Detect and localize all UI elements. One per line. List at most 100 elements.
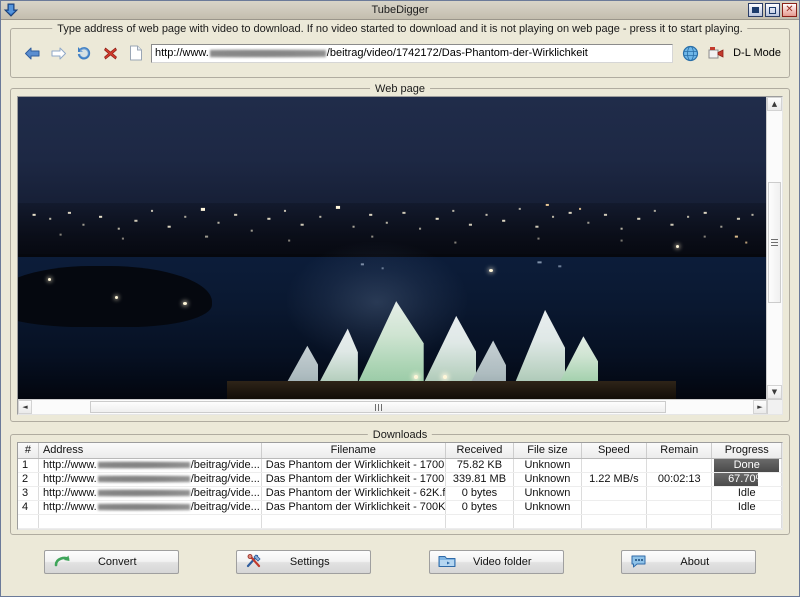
tubedigger-window: TubeDigger ✕ Type address of web page wi… <box>0 0 800 597</box>
address-redacted-domain <box>98 461 190 469</box>
cell-speed <box>581 500 646 514</box>
downloads-table-wrapper[interactable]: # Address Filename Received File size Sp… <box>17 442 783 530</box>
cell-remain: 00:02:13 <box>647 472 712 486</box>
back-arrow-icon[interactable] <box>19 41 45 65</box>
cell-progress: Idle <box>712 486 782 500</box>
speech-bubble-icon <box>630 553 648 571</box>
scroll-left-button[interactable]: ◄ <box>18 400 32 414</box>
table-row[interactable]: 2 http://www./beitrag/vide... Das Phanto… <box>18 472 782 486</box>
column-header-filesize[interactable]: File size <box>514 443 581 458</box>
video-vertical-scrollbar[interactable]: ▲ ▼ <box>766 97 782 399</box>
convert-button[interactable]: Convert <box>44 550 179 574</box>
download-arrow-icon <box>3 2 19 18</box>
scroll-down-button[interactable]: ▼ <box>767 385 782 399</box>
table-row[interactable]: 1 http://www./beitrag/vide... Das Phanto… <box>18 458 782 472</box>
cell-index: 4 <box>18 500 38 514</box>
video-horizontal-scrollbar[interactable]: ◄ ► <box>18 399 767 414</box>
browser-view: ▲ ▼ ◄ ► <box>17 96 783 415</box>
table-row[interactable]: 4 http://www./beitrag/vide... Das Phanto… <box>18 500 782 514</box>
cell-filename: Das Phantom der Wirklichkeit - 1700K.flv <box>261 472 445 486</box>
window-controls: ✕ <box>748 3 797 17</box>
vertical-scroll-track[interactable] <box>767 111 782 385</box>
address-panel-legend: Type address of web page with video to d… <box>52 23 747 35</box>
stop-icon[interactable] <box>97 41 123 65</box>
url-suffix: /beitrag/video/1742172/Das-Phantom-der-W… <box>327 47 588 59</box>
cell-filename: Das Phantom der Wirklichkeit - 700K.flv <box>261 500 445 514</box>
convert-button-label: Convert <box>71 556 178 568</box>
maximize-button[interactable] <box>765 3 780 17</box>
maximize-icon <box>769 7 776 14</box>
progress-label: 67.70% <box>714 473 779 486</box>
title-bar: TubeDigger ✕ <box>1 1 799 20</box>
cell-address: http://www./beitrag/vide... <box>38 500 261 514</box>
progress-bar: Done <box>714 459 779 472</box>
cell-received: 0 bytes <box>445 486 513 500</box>
cell-empty <box>514 514 581 528</box>
address-redacted-domain <box>98 503 190 511</box>
video-viewport[interactable] <box>18 97 766 399</box>
column-header-speed[interactable]: Speed <box>581 443 646 458</box>
table-row-empty <box>18 514 782 528</box>
cell-empty <box>445 514 513 528</box>
horizontal-scroll-track[interactable] <box>32 400 753 414</box>
close-button[interactable]: ✕ <box>782 3 797 17</box>
cell-speed: 1.22 MB/s <box>581 472 646 486</box>
cell-remain <box>647 486 712 500</box>
settings-button[interactable]: Settings <box>236 550 371 574</box>
address-redacted-domain <box>98 489 190 497</box>
column-header-remain[interactable]: Remain <box>647 443 712 458</box>
url-input[interactable]: http://www. /beitrag/video/1742172/Das-Ph… <box>151 44 673 63</box>
cell-empty <box>581 514 646 528</box>
progress-label: Done <box>714 459 779 472</box>
cell-filesize: Unknown <box>514 486 581 500</box>
progress-bar: 67.70% <box>714 473 779 486</box>
cell-received: 75.82 KB <box>445 458 513 472</box>
scroll-up-button[interactable]: ▲ <box>767 97 782 111</box>
cell-remain <box>647 458 712 472</box>
cell-progress: Done <box>712 458 782 472</box>
video-folder-button[interactable]: Video folder <box>429 550 564 574</box>
foreground-quay <box>227 381 676 399</box>
about-button[interactable]: About <box>621 550 756 574</box>
address-toolbar: http://www. /beitrag/video/1742172/Das-Ph… <box>11 29 789 77</box>
column-header-progress[interactable]: Progress <box>712 443 782 458</box>
web-page-panel: Web page <box>10 88 790 422</box>
settings-button-label: Settings <box>263 556 370 568</box>
page-icon[interactable] <box>123 41 149 65</box>
table-header-row: # Address Filename Received File size Sp… <box>18 443 782 458</box>
cell-empty <box>647 514 712 528</box>
dl-mode-label[interactable]: D-L Mode <box>729 47 781 59</box>
vertical-scroll-thumb[interactable] <box>768 182 781 303</box>
cell-progress: Idle <box>712 500 782 514</box>
scroll-right-button[interactable]: ► <box>753 400 767 414</box>
cell-filename: Das Phantom der Wirklichkeit - 1700K.srt <box>261 458 445 472</box>
column-header-filename[interactable]: Filename <box>261 443 445 458</box>
refresh-icon[interactable] <box>71 41 97 65</box>
downloads-table: # Address Filename Received File size Sp… <box>18 443 782 529</box>
column-header-received[interactable]: Received <box>445 443 513 458</box>
table-row[interactable]: 3 http://www./beitrag/vide... Das Phanto… <box>18 486 782 500</box>
progress-label: Idle <box>714 487 779 500</box>
cell-filesize: Unknown <box>514 472 581 486</box>
column-header-address[interactable]: Address <box>38 443 261 458</box>
downloads-table-body: 1 http://www./beitrag/vide... Das Phanto… <box>18 458 782 528</box>
forward-arrow-icon[interactable] <box>45 41 71 65</box>
column-header-index[interactable]: # <box>18 443 38 458</box>
camera-icon[interactable] <box>703 41 729 65</box>
url-redacted-domain <box>210 49 326 58</box>
tools-icon <box>245 553 263 571</box>
about-button-label: About <box>648 556 755 568</box>
cell-received: 0 bytes <box>445 500 513 514</box>
folder-icon <box>438 553 456 571</box>
video-horizontal-scrollbar-row: ◄ ► <box>18 399 782 414</box>
url-prefix: http://www. <box>155 47 209 59</box>
cell-speed <box>581 486 646 500</box>
cell-remain <box>647 500 712 514</box>
cell-empty <box>18 514 38 528</box>
scrollbar-corner <box>767 399 782 414</box>
record-globe-icon[interactable] <box>677 41 703 65</box>
progress-bar: Idle <box>714 487 779 500</box>
horizontal-scroll-thumb[interactable] <box>90 401 667 413</box>
cell-filename: Das Phantom der Wirklichkeit - 62K.flv <box>261 486 445 500</box>
minimize-button[interactable] <box>748 3 763 17</box>
